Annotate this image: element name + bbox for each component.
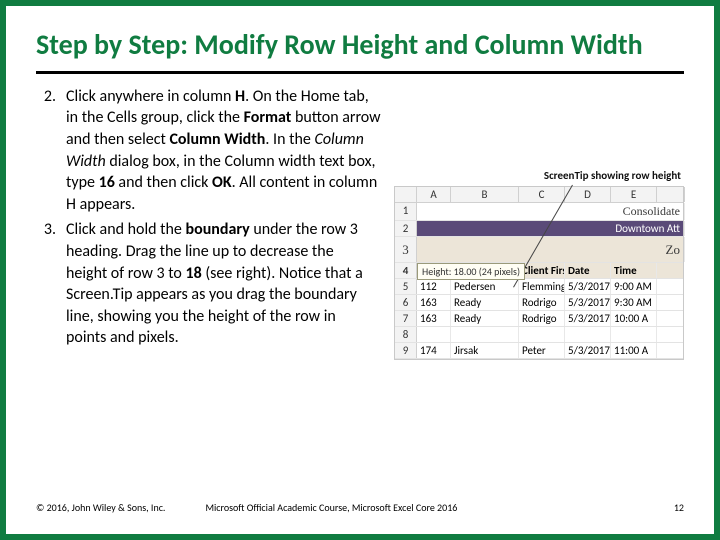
- row-height-tooltip: Height: 18.00 (24 pixels): [417, 263, 525, 280]
- cell: Time: [611, 263, 657, 278]
- table-row: 5112PedersenFlemming5/3/20179:00 AM: [395, 279, 683, 295]
- screentip-caption: ScreenTip showing row height: [544, 169, 681, 182]
- cell: 9:30 AM: [611, 295, 657, 310]
- cell: Jirsak: [451, 343, 519, 358]
- cell: [451, 327, 519, 342]
- row-number: 1: [395, 203, 417, 220]
- cell: 5/3/2017: [565, 279, 611, 294]
- list-number: 3.: [36, 219, 66, 349]
- body: 2. Click anywhere in column H. On the Ho…: [36, 86, 684, 495]
- col-header: E: [611, 187, 657, 202]
- table-row: 6163ReadyRodrigo5/3/20179:30 AM: [395, 295, 683, 311]
- footer: © 2016, John Wiley & Sons, Inc. Microsof…: [36, 501, 684, 514]
- row-number: 8: [395, 327, 417, 342]
- slide-title: Step by Step: Modify Row Height and Colu…: [36, 30, 684, 61]
- course-name: Microsoft Official Academic Course, Micr…: [165, 501, 673, 514]
- cell: 9:00 AM: [611, 279, 657, 294]
- row-number: 6: [395, 295, 417, 310]
- row-number: 7: [395, 311, 417, 326]
- col-header: D: [565, 187, 611, 202]
- table-row: 7163ReadyRodrigo5/3/201710:00 A: [395, 311, 683, 327]
- cell: 10:00 A: [611, 311, 657, 326]
- divider: [36, 71, 684, 74]
- text-column: 2. Click anywhere in column H. On the Ho…: [36, 86, 382, 495]
- cell: Ready: [451, 311, 519, 326]
- table-row: 2 Downtown Att: [395, 221, 683, 237]
- row-number: 4: [395, 263, 417, 278]
- cell: [565, 327, 611, 342]
- cell: [611, 327, 657, 342]
- cell: Peter: [519, 343, 565, 358]
- cell: Ready: [451, 295, 519, 310]
- cell: Zo: [417, 237, 685, 262]
- cell: 112: [417, 279, 451, 294]
- row-number: 9: [395, 343, 417, 358]
- cell: 163: [417, 295, 451, 310]
- cell: 163: [417, 311, 451, 326]
- cell: Pedersen: [451, 279, 519, 294]
- cell: 5/3/2017: [565, 295, 611, 310]
- cell: [417, 327, 451, 342]
- copyright: © 2016, John Wiley & Sons, Inc.: [36, 501, 165, 514]
- cell: 11:00 A: [611, 343, 657, 358]
- cell: Consolidate: [417, 203, 685, 220]
- row-number: 3: [395, 237, 417, 262]
- cell: 5/3/2017: [565, 343, 611, 358]
- row-number: 2: [395, 221, 417, 236]
- col-header: A: [417, 187, 451, 202]
- column-headers: A B C D E: [395, 187, 683, 203]
- cell: Rodrigo: [519, 295, 565, 310]
- table-row: 8: [395, 327, 683, 343]
- table-row: 9174JirsakPeter5/3/201711:00 A: [395, 343, 683, 359]
- cell: [519, 327, 565, 342]
- list-text: Click anywhere in column H. On the Home …: [66, 86, 382, 216]
- page-number: 12: [674, 501, 684, 514]
- slide: Step by Step: Modify Row Height and Colu…: [6, 6, 714, 534]
- table-row: 1 Consolidate: [395, 203, 683, 221]
- col-header: C: [519, 187, 565, 202]
- list-text: Click and hold the boundary under the ro…: [66, 219, 366, 349]
- row-number: 5: [395, 279, 417, 294]
- figure-wrap: ScreenTip showing row height A B C D E 1…: [394, 86, 684, 495]
- list-item: 3. Click and hold the boundary under the…: [36, 219, 382, 349]
- cell: 5/3/2017: [565, 311, 611, 326]
- col-header: B: [451, 187, 519, 202]
- list-item: 2. Click anywhere in column H. On the Ho…: [36, 86, 382, 216]
- cell: 174: [417, 343, 451, 358]
- cell: Date: [565, 263, 611, 278]
- data-rows: 5112PedersenFlemming5/3/20179:00 AM6163R…: [395, 279, 683, 359]
- excel-screenshot: ScreenTip showing row height A B C D E 1…: [394, 186, 684, 360]
- cell: Rodrigo: [519, 311, 565, 326]
- cell: Flemming: [519, 279, 565, 294]
- col-header: [657, 187, 685, 202]
- col-header: [395, 187, 417, 202]
- list-number: 2.: [36, 86, 66, 216]
